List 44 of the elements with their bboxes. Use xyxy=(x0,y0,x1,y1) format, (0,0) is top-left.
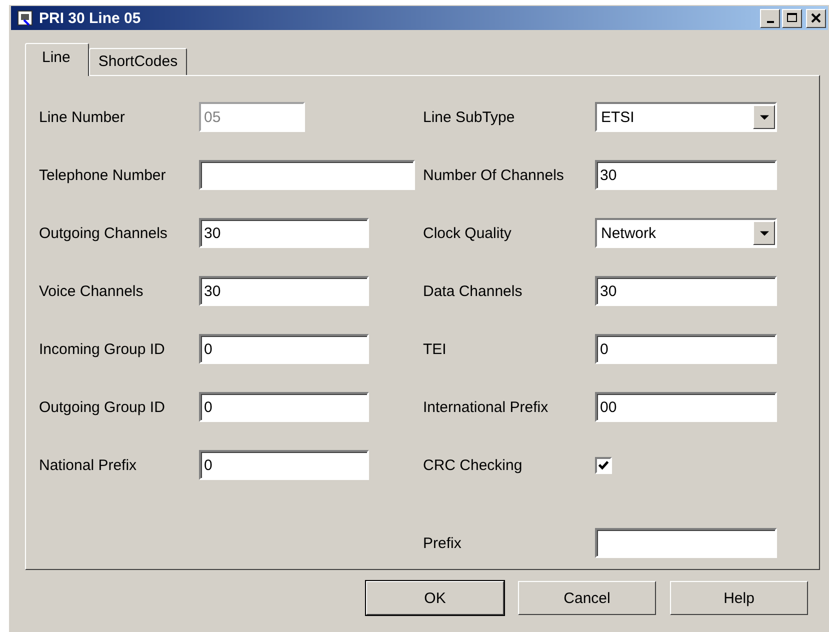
maximize-icon xyxy=(785,12,799,24)
input-field[interactable]: 30 xyxy=(595,276,777,306)
dropdown[interactable]: Network xyxy=(595,218,777,248)
field-label: Telephone Number xyxy=(39,166,167,184)
field-label: Incoming Group ID xyxy=(39,340,166,358)
window-title: PRI 30 Line 05 xyxy=(39,10,142,26)
field-label: CRC Checking xyxy=(423,456,524,474)
field-label: National Prefix xyxy=(39,456,138,474)
checkmark-icon xyxy=(598,460,609,470)
tab[interactable]: Line xyxy=(25,43,90,76)
field-label: Number Of Channels xyxy=(423,166,565,184)
dialog-button[interactable]: OK xyxy=(366,581,504,615)
close-button[interactable] xyxy=(806,8,826,28)
input-field[interactable]: 30 xyxy=(199,276,369,306)
checkbox[interactable] xyxy=(595,456,612,474)
input-field[interactable]: 30 xyxy=(595,160,777,190)
tab[interactable]: ShortCodes xyxy=(89,48,187,75)
field-label: Data Channels xyxy=(423,282,524,300)
field-label: Line SubType xyxy=(423,108,516,126)
field-label: TEI xyxy=(423,340,448,358)
input-field[interactable]: 0 xyxy=(199,450,369,480)
maximize-button[interactable] xyxy=(782,8,802,28)
dialog-button[interactable]: Help xyxy=(670,581,808,615)
input-field[interactable]: 0 xyxy=(199,392,369,422)
input-field[interactable] xyxy=(595,528,777,558)
field-label: Prefix xyxy=(423,534,462,552)
dialog-button[interactable]: Cancel xyxy=(518,581,656,615)
field-label: Outgoing Channels xyxy=(39,224,168,242)
field-label: Outgoing Group ID xyxy=(39,398,166,416)
input-field[interactable]: 00 xyxy=(595,392,777,422)
caret-icon xyxy=(760,230,768,236)
input-field[interactable] xyxy=(199,160,415,190)
field-label: Clock Quality xyxy=(423,224,512,242)
minimize-button[interactable] xyxy=(760,8,780,28)
close-icon xyxy=(809,12,823,24)
input-field[interactable]: 0 xyxy=(199,334,369,364)
input-field[interactable]: 0 xyxy=(595,334,777,364)
input-field[interactable]: 30 xyxy=(199,218,369,248)
dropdown[interactable]: ETSI xyxy=(595,102,777,132)
field-label: International Prefix xyxy=(423,398,550,416)
field-label: Line Number xyxy=(39,108,126,126)
minimize-icon xyxy=(766,21,774,23)
caret-icon xyxy=(760,114,768,120)
field-label: Voice Channels xyxy=(39,282,144,300)
